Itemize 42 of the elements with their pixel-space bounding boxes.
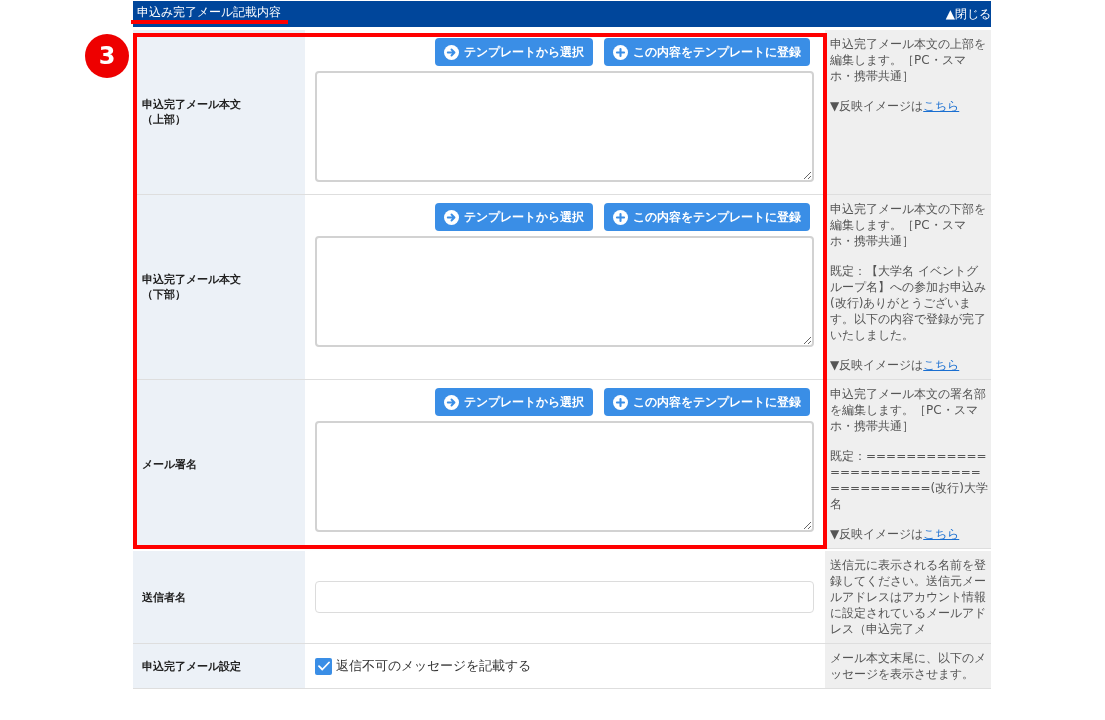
help-text: 既定：【大学名 イベントグループ名】への参加お申込み(改行)ありがとうございます。以下の内容で登録が完了いたしました。 xyxy=(830,263,987,343)
help-text: 申込完了メール本文の署名部を編集します。［PC・スマホ・携帯共通］ xyxy=(830,386,987,434)
template-button[interactable]: この内容をテンプレートに登録 xyxy=(604,388,810,416)
checkbox[interactable] xyxy=(315,657,332,675)
plus-circle-icon xyxy=(613,394,628,410)
preview-link[interactable]: こちら xyxy=(923,358,960,372)
plus-circle-icon xyxy=(613,209,628,225)
field-label: （上部） xyxy=(142,112,186,127)
arrow-circle-icon xyxy=(444,44,459,60)
step-number: 3 xyxy=(85,34,129,78)
field-label: 申込完了メール本文 xyxy=(142,272,241,287)
help-text: 申込完了メール本文の下部を編集します。［PC・スマホ・携帯共通］ xyxy=(830,201,987,249)
preview-note: ▼反映イメージはこちら xyxy=(830,357,961,373)
collapse-toggle[interactable]: ▲閉じる xyxy=(945,7,991,21)
help-text: 既定：=====================================(改行)大学名 xyxy=(830,448,989,512)
template-button[interactable]: テンプレートから選択 xyxy=(435,388,593,416)
preview-link[interactable]: こちら xyxy=(923,527,960,541)
help-text: メール本文末尾に、以下のメッセージを表示させます。 xyxy=(830,650,987,682)
arrow-circle-icon xyxy=(444,209,459,225)
template-button[interactable]: この内容をテンプレートに登録 xyxy=(604,203,810,231)
input-field[interactable] xyxy=(315,581,814,613)
text-area[interactable] xyxy=(315,236,814,347)
preview-note: ▼反映イメージはこちら xyxy=(830,526,961,542)
checkbox-label: 返信不可のメッセージを記載する xyxy=(336,656,531,675)
check-icon xyxy=(317,661,330,671)
field-label: 送信者名 xyxy=(142,589,186,605)
preview-note: ▼反映イメージはこちら xyxy=(830,98,961,114)
arrow-circle-icon xyxy=(444,394,459,410)
field-label: 申込完了メール設定 xyxy=(142,658,241,674)
help-text: 申込完了メール本文の上部を編集します。［PC・スマホ・携帯共通］ xyxy=(830,36,987,84)
section-title: 申込み完了メール記載内容 xyxy=(137,6,281,19)
plus-circle-icon xyxy=(613,44,628,60)
text-area[interactable] xyxy=(315,421,814,532)
template-button[interactable]: この内容をテンプレートに登録 xyxy=(604,38,810,66)
preview-link[interactable]: こちら xyxy=(923,99,960,113)
help-text: 送信元に表示される名前を登録してください。送信元メールアドレスはアカウント情報に設定されているメールアドレス（申込完了メ xyxy=(830,557,987,637)
text-area[interactable] xyxy=(315,71,814,182)
field-label: 申込完了メール本文 xyxy=(142,97,241,112)
field-label: （下部） xyxy=(142,287,186,302)
template-button[interactable]: テンプレートから選択 xyxy=(435,203,593,231)
template-button[interactable]: テンプレートから選択 xyxy=(435,38,593,66)
field-label: メール署名 xyxy=(142,456,197,472)
